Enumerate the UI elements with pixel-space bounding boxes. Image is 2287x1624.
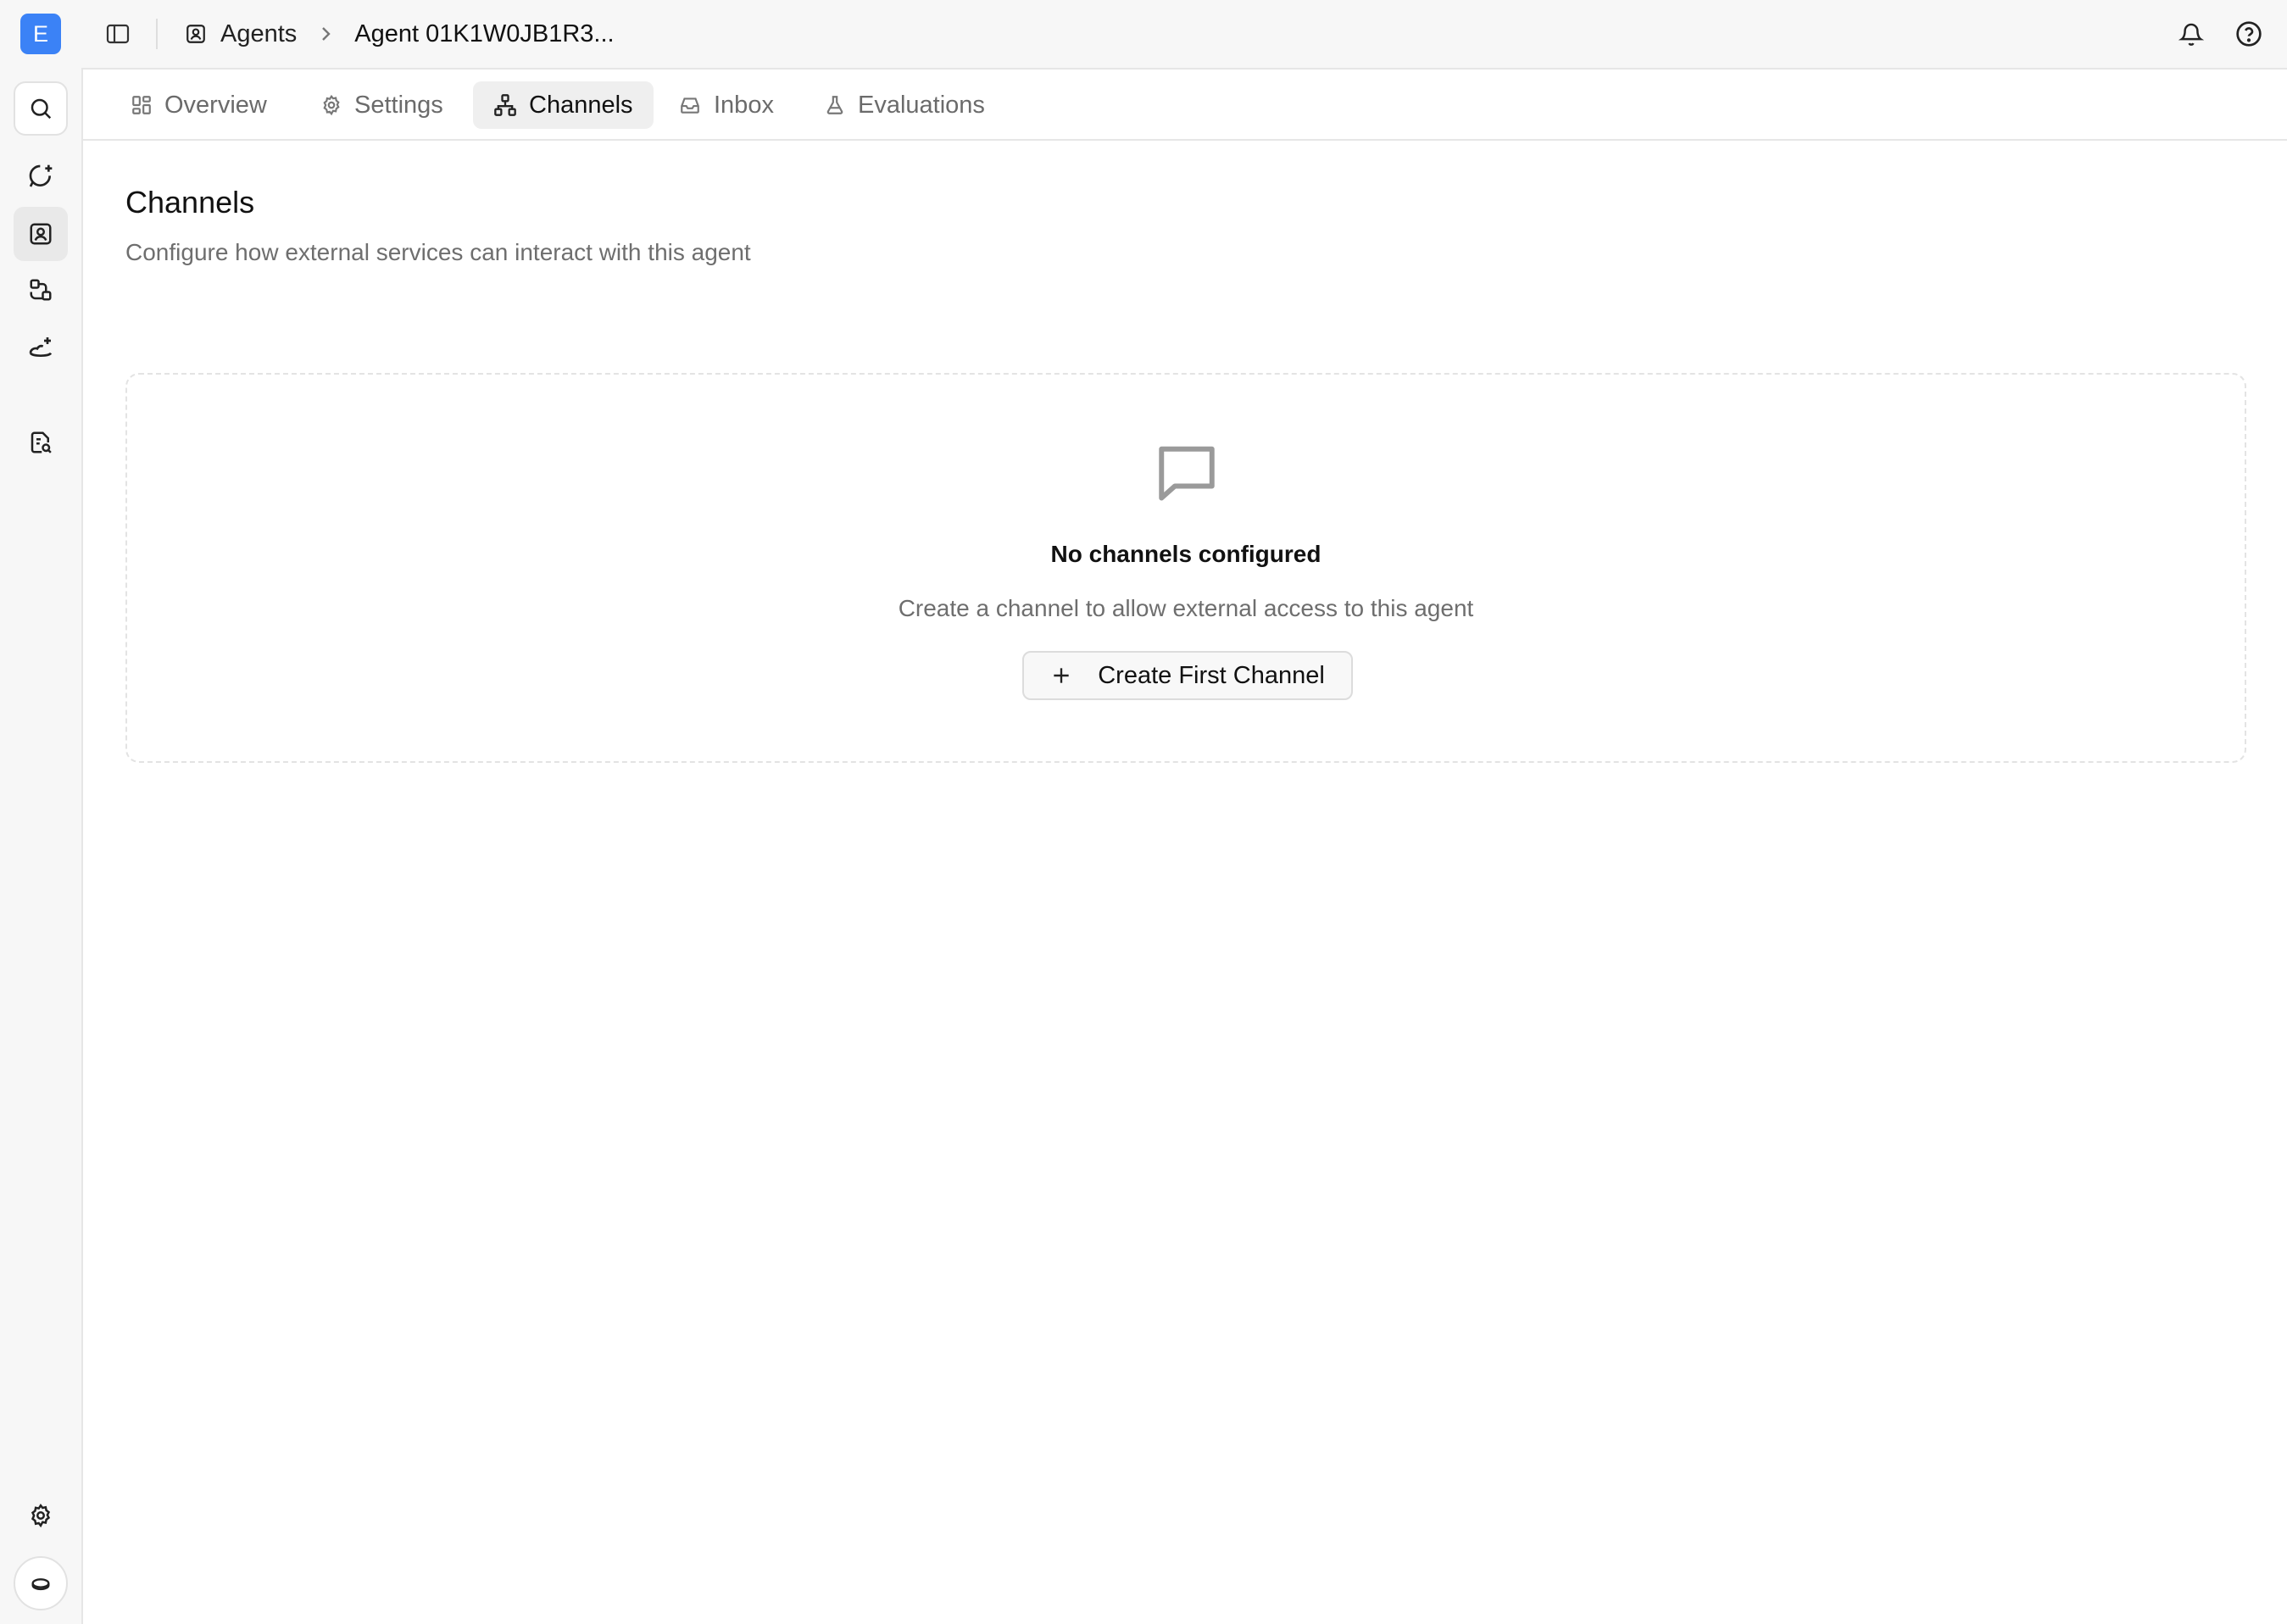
chevron-right-icon <box>319 25 332 43</box>
gear-icon <box>320 94 342 116</box>
left-rail <box>0 68 81 1624</box>
agent-icon <box>185 23 207 45</box>
breadcrumb-current-agent: Agent 01K1W0JB1R3... <box>354 19 615 47</box>
tab-channels-label: Channels <box>529 91 633 119</box>
notifications-button[interactable] <box>2173 16 2209 52</box>
rail-user-button[interactable] <box>14 1556 68 1610</box>
rail-agents-button[interactable] <box>14 207 68 261</box>
empty-state-description: Create a channel to allow external acces… <box>898 595 1474 621</box>
rail-workflows-button[interactable] <box>14 263 68 317</box>
breadcrumb-agents-link[interactable]: Agents <box>185 20 297 48</box>
empty-state-card: No channels configured Create a channel … <box>125 373 2246 763</box>
help-button[interactable] <box>2231 16 2267 52</box>
create-first-channel-label: Create First Channel <box>1098 661 1325 689</box>
grid-icon <box>131 94 153 116</box>
message-square-icon <box>1146 431 1227 512</box>
bell-icon <box>2178 20 2204 47</box>
empty-state-title: No channels configured <box>1050 541 1322 567</box>
user-avatar-icon <box>29 1571 53 1595</box>
tab-settings-label: Settings <box>354 91 443 119</box>
sidebar-toggle-icon <box>106 24 130 44</box>
tab-overview-label: Overview <box>164 91 267 119</box>
sidebar-toggle-button[interactable] <box>102 18 134 50</box>
message-plus-icon <box>27 163 54 190</box>
rail-search-button[interactable] <box>14 81 68 136</box>
workflow-icon <box>28 277 53 303</box>
search-icon <box>28 96 53 121</box>
main-panel: Overview Settings Channels Inbox Evaluat… <box>81 68 2287 1624</box>
tab-channels[interactable]: Channels <box>473 81 654 129</box>
sparkle-cloud-icon <box>27 334 54 361</box>
tab-settings[interactable]: Settings <box>300 81 464 129</box>
tab-bar: Overview Settings Channels Inbox Evaluat… <box>83 70 2287 141</box>
rail-new-chat-button[interactable] <box>14 149 68 203</box>
workspace-avatar[interactable]: E <box>20 14 61 54</box>
topbar-divider <box>156 19 158 49</box>
tab-overview[interactable]: Overview <box>110 81 287 129</box>
network-icon <box>493 93 517 117</box>
breadcrumb: Agents Agent 01K1W0JB1R3... <box>185 15 615 53</box>
breadcrumb-agents-label: Agents <box>220 19 298 47</box>
inbox-icon <box>678 94 702 116</box>
tab-inbox[interactable]: Inbox <box>658 81 794 129</box>
page-subtitle: Configure how external services can inte… <box>125 239 751 265</box>
tab-evaluations-label: Evaluations <box>858 91 985 119</box>
tab-inbox-label: Inbox <box>714 91 774 119</box>
tab-evaluations[interactable]: Evaluations <box>804 81 1005 129</box>
agent-icon <box>28 221 53 247</box>
top-bar: E Agents Agent 01K1W0JB1R3... <box>0 0 2287 68</box>
rail-settings-button[interactable] <box>14 1488 68 1543</box>
file-search-icon <box>28 430 53 455</box>
rail-documents-button[interactable] <box>14 415 68 470</box>
flask-icon <box>824 93 846 117</box>
create-first-channel-button[interactable]: Create First Channel <box>1022 651 1353 700</box>
rail-ai-button[interactable] <box>14 320 68 375</box>
gear-icon <box>28 1503 53 1528</box>
plus-icon <box>1050 665 1072 687</box>
help-circle-icon <box>2235 20 2262 47</box>
page-title: Channels <box>125 185 255 220</box>
